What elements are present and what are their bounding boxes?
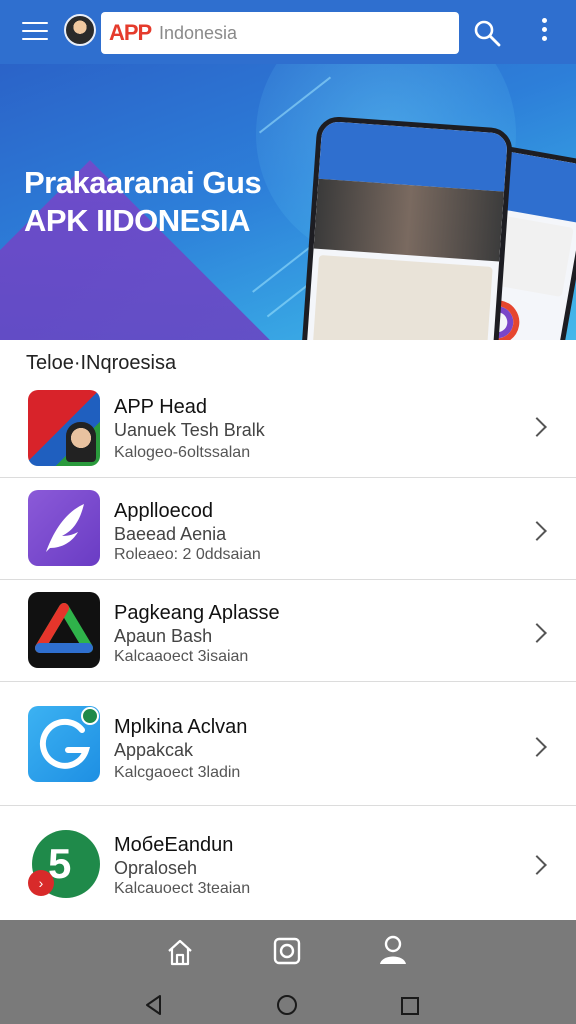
app-logo: APP xyxy=(109,20,152,45)
app-subtitle: Uanuek Tesh Bralk xyxy=(114,420,265,440)
chevron-right-icon xyxy=(527,521,547,541)
app-title: Pagkeang Aplasse xyxy=(114,602,280,624)
banner-title-line1: Prakaaranai Gus xyxy=(24,165,262,200)
app-meta: Kalcaaoect 3isaian xyxy=(114,648,249,665)
chevron-right-icon xyxy=(527,623,547,643)
app-meta: Kalcgaoect 3ladin xyxy=(114,764,241,781)
banner-title: Prakaaranai Gus APK IIDONESIA xyxy=(24,164,262,240)
hamburger-menu-icon[interactable] xyxy=(22,22,48,42)
list-item[interactable]: Mplkina Aclvan Appakcak Kalcgaoect 3ladi… xyxy=(0,682,576,806)
collage-icon xyxy=(28,390,100,466)
phone-g-icon xyxy=(28,706,100,782)
home-circle-icon[interactable] xyxy=(276,994,298,1016)
app-title: MoбeEandun xyxy=(114,834,234,856)
recent-apps-icon[interactable] xyxy=(400,996,420,1016)
promo-banner[interactable]: Prakaaranai Gus APK IIDONESIA xyxy=(0,64,576,340)
app-subtitle: Apaun Bash xyxy=(114,626,213,646)
app-title: APP Head xyxy=(114,396,208,418)
five-icon: 5 › xyxy=(28,826,100,902)
section-title: Teloe·INqroesisa xyxy=(26,352,177,374)
app-meta: Kalogeo-6oltssalan xyxy=(114,444,251,461)
app-subtitle: Baeead Aenia xyxy=(114,524,227,544)
search-icon[interactable] xyxy=(472,18,502,48)
feather-icon xyxy=(28,490,100,566)
app-title: Mplkina Aclvan xyxy=(114,716,248,738)
home-icon[interactable] xyxy=(166,938,194,966)
app-subtitle: Appakcak xyxy=(114,740,194,760)
chevron-right-icon xyxy=(527,417,547,437)
list-item[interactable]: APP Head Uanuek Tesh Bralk Kalogeo-6olts… xyxy=(0,376,576,478)
chevron-right-icon xyxy=(527,737,547,757)
bottom-navigation xyxy=(0,920,576,1024)
back-icon[interactable] xyxy=(144,994,164,1016)
profile-icon[interactable] xyxy=(378,934,408,966)
triangle-logo-icon xyxy=(28,592,100,668)
phone-mockup-primary xyxy=(298,115,514,340)
app-meta: Roleaeo: 2 0ddsaian xyxy=(114,546,261,563)
app-title: Applloecod xyxy=(114,500,213,522)
banner-title-line2: APK IIDONESIA xyxy=(24,203,251,238)
list-item[interactable]: Pagkeang Aplasse Apaun Bash Kalcaaoect 3… xyxy=(0,580,576,682)
list-item[interactable]: Applloecod Baeead Aenia Roleaeo: 2 0ddsa… xyxy=(0,478,576,580)
search-input[interactable] xyxy=(159,22,439,44)
search-bar[interactable]: APP xyxy=(101,12,459,54)
top-app-bar: APP xyxy=(0,0,576,64)
list-item[interactable]: 5 › MoбeEandun Opraloseh Kalcauoect 3tea… xyxy=(0,806,576,920)
chevron-right-icon xyxy=(527,855,547,875)
avatar[interactable] xyxy=(64,14,96,46)
app-subtitle: Opraloseh xyxy=(114,858,198,878)
more-vertical-icon[interactable] xyxy=(534,18,554,48)
app-meta: Kalcauoect 3teaian xyxy=(114,880,251,897)
media-icon[interactable] xyxy=(272,936,302,966)
